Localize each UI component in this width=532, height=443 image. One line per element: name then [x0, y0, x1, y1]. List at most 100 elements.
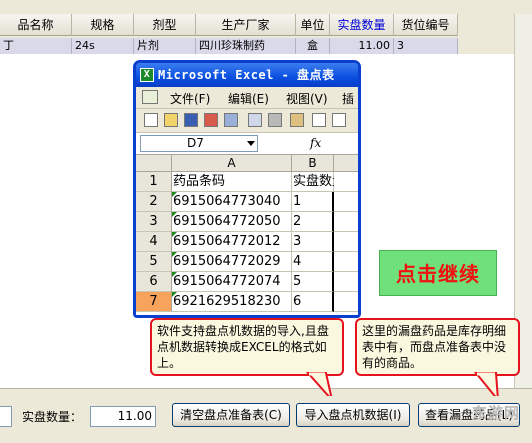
- copy-icon[interactable]: [332, 113, 346, 127]
- save-icon[interactable]: [184, 113, 198, 127]
- watermark-text: 东游网: [471, 404, 520, 422]
- qty-input[interactable]: 11.00: [90, 406, 156, 427]
- col-header-name[interactable]: 品名称: [0, 14, 72, 36]
- cell-c[interactable]: [334, 252, 358, 272]
- cell-b[interactable]: 实盘数量: [292, 172, 345, 192]
- import-counter-button[interactable]: 导入盘点机数据(I): [296, 403, 410, 427]
- col-header-location[interactable]: 货位编号: [394, 14, 458, 36]
- cell-a[interactable]: 6915064773040: [172, 192, 292, 212]
- cell-spec: 24s: [72, 38, 134, 54]
- permission-icon[interactable]: [204, 113, 218, 127]
- cell-form: 片剂: [134, 38, 196, 54]
- select-all-corner[interactable]: [136, 155, 172, 172]
- print-preview-icon[interactable]: [248, 113, 262, 127]
- col-header-b[interactable]: B: [292, 155, 334, 172]
- error-indicator-icon: [172, 272, 177, 277]
- name-box[interactable]: D7: [140, 135, 258, 152]
- fx-icon[interactable]: fx: [310, 136, 321, 150]
- cell-a-text: 6915064772074: [173, 274, 281, 289]
- cell-b[interactable]: 3: [292, 232, 334, 252]
- continue-button[interactable]: 点击继续: [379, 250, 497, 296]
- menu-insert[interactable]: 插: [342, 90, 354, 107]
- col-header-form[interactable]: 剂型: [134, 14, 196, 36]
- cell-c[interactable]: [334, 212, 358, 232]
- cell-c[interactable]: [334, 172, 358, 192]
- row-header[interactable]: 3: [136, 212, 172, 232]
- callout-import-text: 软件支持盘点机数据的导入,且盘点机数据转换成EXCEL的格式如上。: [157, 324, 329, 370]
- chevron-down-icon[interactable]: [247, 141, 255, 146]
- col-header-qty[interactable]: 实盘数量: [330, 14, 394, 36]
- sheet-icon[interactable]: [142, 90, 158, 104]
- cell-a[interactable]: 药品条码: [172, 172, 292, 192]
- cell-b[interactable]: 6: [292, 292, 334, 312]
- cell-qty: 11.00: [330, 38, 394, 54]
- excel-toolbar: [136, 109, 358, 133]
- cell-unit: 盒: [296, 38, 330, 54]
- open-folder-icon[interactable]: [164, 113, 178, 127]
- cell-a-text: 6915064772029: [173, 254, 281, 269]
- cell-a-text: 6921629518230: [173, 294, 281, 309]
- cell-c[interactable]: [334, 192, 358, 212]
- col-header-unit[interactable]: 单位: [296, 14, 330, 36]
- row-header[interactable]: 6: [136, 272, 172, 292]
- excel-window: X Microsoft Excel - 盘点表 文件(F) 编辑(E) 视图(V…: [133, 60, 361, 318]
- bottom-bar: 实盘数量： 11.00 清空盘点准备表(C) 导入盘点机数据(I) 查看漏盘药品…: [0, 396, 532, 443]
- cell-b[interactable]: 2: [292, 212, 334, 232]
- cell-c[interactable]: [334, 232, 358, 252]
- cell-c[interactable]: [334, 272, 358, 292]
- row-header[interactable]: 5: [136, 252, 172, 272]
- col-header-maker[interactable]: 生产厂家: [196, 14, 296, 36]
- grid-bottom-divider: [0, 388, 532, 392]
- col-header-c[interactable]: [334, 155, 358, 172]
- cell-b[interactable]: 1: [292, 192, 334, 212]
- clear-prep-button[interactable]: 清空盘点准备表(C): [172, 403, 290, 427]
- callout-import-note: 软件支持盘点机数据的导入,且盘点机数据转换成EXCEL的格式如上。: [150, 318, 344, 376]
- spelling-icon[interactable]: [268, 113, 282, 127]
- grid-header: 品名称 规格 剂型 生产厂家 单位 实盘数量 货位编号: [0, 14, 532, 38]
- excel-title: Microsoft Excel - 盘点表: [158, 68, 335, 82]
- row-header[interactable]: 1: [136, 172, 172, 192]
- cell-location: 3: [394, 38, 458, 54]
- error-indicator-icon: [172, 292, 177, 297]
- cell-b[interactable]: 4: [292, 252, 334, 272]
- cell-a[interactable]: 6915064772012: [172, 232, 292, 252]
- left-field[interactable]: [0, 406, 12, 427]
- error-indicator-icon: [172, 192, 177, 197]
- table-row[interactable]: 丁 24s 片剂 四川珍珠制药 盒 11.00 3: [0, 38, 532, 54]
- cell-maker: 四川珍珠制药: [196, 38, 296, 54]
- error-indicator-icon: [172, 252, 177, 257]
- cell-a-text: 6915064772050: [173, 214, 281, 229]
- cell-a[interactable]: 6915064772074: [172, 272, 292, 292]
- print-icon[interactable]: [224, 113, 238, 127]
- new-icon[interactable]: [144, 113, 158, 127]
- research-icon[interactable]: [290, 113, 304, 127]
- formula-bar: D7 fx: [136, 133, 358, 155]
- callout-missing-note: 这里的漏盘药品是库存明细表中有，而盘点准备表中没有的商品。: [355, 318, 520, 376]
- row-header[interactable]: 2: [136, 192, 172, 212]
- menu-view[interactable]: 视图(V): [286, 90, 328, 107]
- cell-a-text: 药品条码: [173, 174, 226, 189]
- row-header[interactable]: 4: [136, 232, 172, 252]
- cut-icon[interactable]: [312, 113, 326, 127]
- cell-a[interactable]: 6915064772050: [172, 212, 292, 232]
- name-box-value: D7: [187, 136, 204, 150]
- col-header-a[interactable]: A: [172, 155, 292, 172]
- excel-logo-icon: X: [140, 68, 154, 82]
- row-header[interactable]: 7: [136, 292, 172, 312]
- cell-a[interactable]: 6915064772029: [172, 252, 292, 272]
- worksheet[interactable]: A B 1 药品条码 实盘数量 2 6915064773040 1 3 69150647720…: [136, 155, 358, 315]
- excel-menu-bar: 文件(F) 编辑(E) 视图(V) 插: [136, 87, 358, 109]
- qty-label: 实盘数量：: [22, 410, 83, 424]
- menu-file[interactable]: 文件(F): [170, 90, 210, 107]
- cell-a-text: 6915064772012: [173, 234, 281, 249]
- cell-b[interactable]: 5: [292, 272, 334, 292]
- error-indicator-icon: [172, 232, 177, 237]
- excel-title-bar[interactable]: X Microsoft Excel - 盘点表: [136, 63, 358, 87]
- col-header-spec[interactable]: 规格: [72, 14, 134, 36]
- callout-missing-text: 这里的漏盘药品是库存明细表中有，而盘点准备表中没有的商品。: [362, 324, 507, 370]
- menu-edit[interactable]: 编辑(E): [228, 90, 269, 107]
- error-indicator-icon: [172, 212, 177, 217]
- cell-a-text: 6915064773040: [173, 194, 281, 209]
- cell-a[interactable]: 6921629518230: [172, 292, 292, 312]
- cell-c[interactable]: [334, 292, 358, 312]
